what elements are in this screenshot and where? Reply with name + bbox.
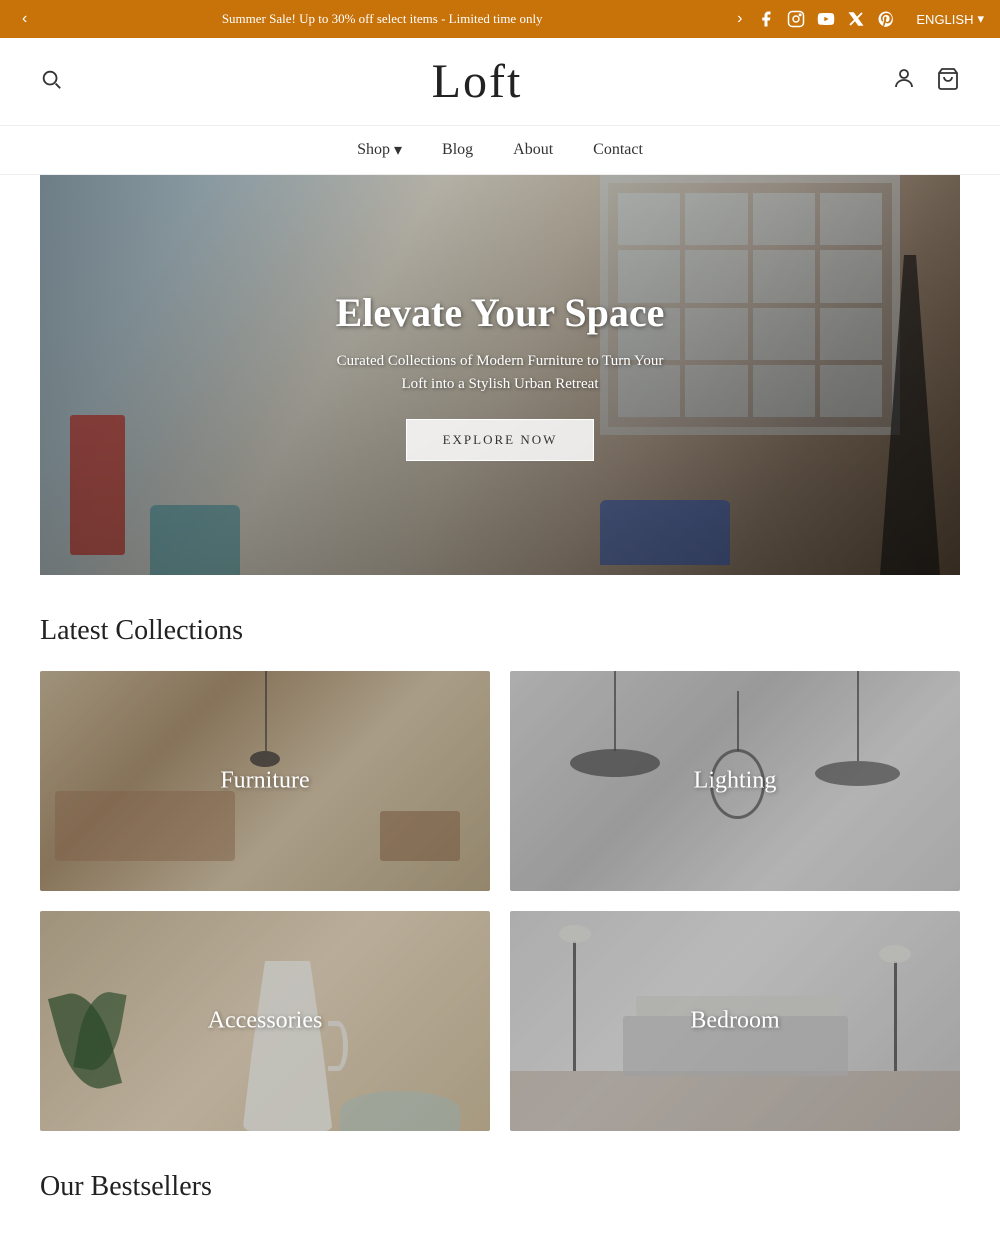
announcement-next[interactable]: › [731, 8, 748, 30]
announcement-prev[interactable]: ‹ [16, 8, 33, 30]
announcement-bar: ‹ Summer Sale! Up to 30% off select item… [0, 0, 1000, 38]
accessories-label: Accessories [208, 1008, 323, 1035]
youtube-icon[interactable] [816, 9, 836, 29]
hero-content: Elevate Your Space Curated Collections o… [330, 289, 670, 461]
account-button[interactable] [892, 67, 916, 97]
cart-button[interactable] [936, 67, 960, 97]
hero-section: Elevate Your Space Curated Collections o… [40, 175, 960, 575]
nav-item-blog[interactable]: Blog [442, 140, 473, 160]
chevron-down-icon: ▾ [977, 11, 984, 27]
facebook-icon[interactable] [756, 9, 776, 29]
shop-label: Shop [357, 141, 390, 159]
shop-dropdown-icon: ▾ [394, 140, 402, 160]
nav-item-shop[interactable]: Shop ▾ [357, 140, 402, 160]
header-left [40, 68, 62, 96]
hero-wrapper: Elevate Your Space Curated Collections o… [0, 175, 1000, 575]
nav-item-about[interactable]: About [513, 140, 553, 160]
social-icons-group [756, 9, 896, 29]
explore-now-button[interactable]: EXPLORE NOW [406, 419, 595, 461]
bestsellers-section-title: Our Bestsellers [40, 1171, 960, 1203]
language-selector[interactable]: ENGLISH ▾ [916, 11, 984, 27]
contact-label: Contact [593, 141, 643, 159]
instagram-icon[interactable] [786, 9, 806, 29]
collections-grid: Furniture [40, 671, 960, 1131]
hero-title: Elevate Your Space [330, 289, 670, 336]
collection-card-bedroom[interactable]: Bedroom [510, 911, 960, 1131]
collection-card-accessories[interactable]: Accessories [40, 911, 490, 1131]
announcement-text: Summer Sale! Up to 30% off select items … [33, 11, 731, 27]
next-announcement-button[interactable]: › [731, 8, 748, 30]
header: Loft [0, 38, 1000, 126]
collection-card-lighting[interactable]: Lighting [510, 671, 960, 891]
collections-section-title: Latest Collections [40, 615, 960, 647]
bedroom-label: Bedroom [690, 1008, 779, 1035]
pinterest-icon[interactable] [876, 9, 896, 29]
furniture-label: Furniture [220, 768, 309, 795]
twitter-icon[interactable] [846, 9, 866, 29]
main-nav: Shop ▾ Blog About Contact [0, 126, 1000, 175]
blog-label: Blog [442, 141, 473, 159]
header-right [892, 67, 960, 97]
about-label: About [513, 141, 553, 159]
collection-card-furniture[interactable]: Furniture [40, 671, 490, 891]
main-content: Latest Collections Furniture [0, 615, 1000, 1203]
nav-item-contact[interactable]: Contact [593, 140, 643, 160]
hero-subtitle: Curated Collections of Modern Furniture … [330, 350, 670, 395]
prev-announcement-button[interactable]: ‹ [16, 8, 33, 30]
hero-background: Elevate Your Space Curated Collections o… [40, 175, 960, 575]
lighting-label: Lighting [694, 768, 777, 795]
language-label: ENGLISH [916, 12, 973, 27]
search-button[interactable] [40, 68, 62, 96]
site-logo[interactable]: Loft [62, 54, 892, 109]
